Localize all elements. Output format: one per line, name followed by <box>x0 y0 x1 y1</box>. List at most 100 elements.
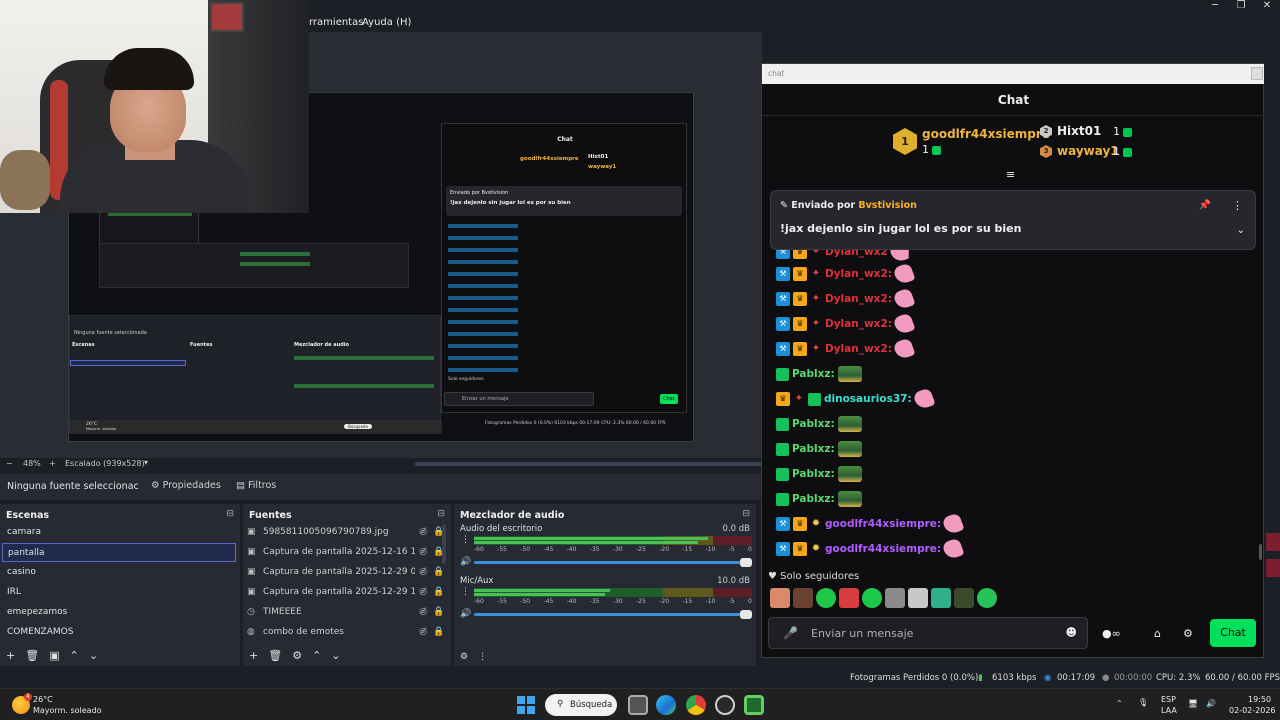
leader-3-name[interactable]: wayway1 <box>1057 144 1119 158</box>
hand-emote-icon[interactable] <box>892 337 916 361</box>
channel-points-icon[interactable]: ●∞ <box>1102 627 1121 640</box>
emoji-icon[interactable]: ☻ <box>1066 626 1077 639</box>
more-icon[interactable]: ⋮ <box>478 652 487 662</box>
microphone-icon[interactable]: 🎙 <box>1138 698 1148 707</box>
chat-username[interactable]: Pablxz: <box>792 418 835 430</box>
chat-message[interactable]: ⚒ ♛ ✹ goodlfr44xsiempre: <box>776 512 965 536</box>
chevron-down-icon[interactable]: ▾ <box>144 458 148 467</box>
chat-input[interactable]: 🎤 Enviar un mensaje ☻ <box>768 617 1088 649</box>
chat-message[interactable]: Pablxz: <box>776 439 862 459</box>
chat-message[interactable]: ⚒ ♛ ✦ Dylan_wx2: <box>776 312 916 336</box>
store-icon[interactable]: ⌂ <box>1154 627 1161 640</box>
box-emote-icon[interactable] <box>837 491 862 507</box>
trash-icon[interactable]: 🗑 <box>268 649 282 662</box>
box-emote-icon[interactable] <box>837 366 862 382</box>
chat-settings-icon[interactable]: ⚙ <box>1183 627 1193 640</box>
hand-emote-icon[interactable] <box>941 537 965 561</box>
windows-start-icon[interactable] <box>517 696 535 714</box>
channel-menu-icon[interactable]: ⋮ <box>461 535 470 545</box>
emote-icon[interactable] <box>839 588 859 608</box>
lock-icon[interactable]: 🔒 <box>431 607 447 617</box>
language-layout[interactable]: LAA <box>1161 706 1177 715</box>
chat-send-button[interactable]: Chat <box>1210 619 1256 647</box>
chat-username[interactable]: goodlfr44xsiempre: <box>825 518 941 530</box>
source-item[interactable]: ▣ Captura de pantalla 2025-12-29 043 ◎̸ 🔒 <box>247 562 447 581</box>
volume-icon[interactable]: 🔊 <box>1206 699 1216 708</box>
chrome-icon[interactable] <box>686 695 706 715</box>
undock-icon[interactable]: ⊟ <box>742 509 750 519</box>
chat-username[interactable]: Dylan_wx2: <box>825 293 892 305</box>
zoom-in-button[interactable]: + <box>49 459 56 468</box>
leader-2-name[interactable]: Hixt01 <box>1057 124 1101 138</box>
channel-menu-icon[interactable]: ⋮ <box>461 587 470 597</box>
scene-item[interactable]: camara <box>2 523 236 542</box>
visibility-hidden-icon[interactable]: ◎̸ <box>415 587 431 597</box>
chat-username[interactable]: Pablxz: <box>792 493 835 505</box>
zoom-out-button[interactable]: − <box>6 459 13 468</box>
source-item[interactable]: ◷ TIMEEEE ◎̸ 🔒 <box>247 602 447 621</box>
emote-icon[interactable] <box>908 588 928 608</box>
pinned-message[interactable]: ✎ Enviado por Bvstivision !jax dejenlo s… <box>770 190 1256 250</box>
lock-icon[interactable]: 🔒 <box>431 587 447 597</box>
add-source-button[interactable]: + <box>249 649 258 662</box>
chat-username[interactable]: goodlfr44xsiempre: <box>825 543 941 555</box>
scene-item[interactable]: emepezamos <box>2 603 236 622</box>
chat-message[interactable]: Pablxz: <box>776 464 862 484</box>
move-up-icon[interactable]: ⌃ <box>312 649 321 662</box>
pinned-author[interactable]: Bvstivision <box>858 200 917 211</box>
chat-username[interactable]: Dylan_wx2: <box>825 343 892 355</box>
chevron-down-icon[interactable]: ⌄ <box>1237 225 1245 236</box>
chat-message[interactable]: Pablxz: <box>776 489 862 509</box>
emote-icon[interactable] <box>977 588 997 608</box>
emote-icon[interactable] <box>816 588 836 608</box>
chat-username[interactable]: Pablxz: <box>792 468 835 480</box>
pin-icon[interactable]: 📌 <box>1199 200 1211 211</box>
undock-icon[interactable]: ⊟ <box>226 509 234 519</box>
menu-help[interactable]: Ayuda (H) <box>362 17 411 28</box>
visibility-hidden-icon[interactable]: ◎̸ <box>415 567 431 577</box>
close-button[interactable]: ✕ <box>1254 0 1280 14</box>
scene-filter-icon[interactable]: ▣ <box>49 649 59 662</box>
box-emote-icon[interactable] <box>837 416 862 432</box>
visibility-hidden-icon[interactable]: ◎̸ <box>415 547 431 557</box>
task-view-icon[interactable] <box>628 695 648 715</box>
box-emote-icon[interactable] <box>837 466 862 482</box>
chat-username[interactable]: Dylan_wx2: <box>825 268 892 280</box>
chat-close-button[interactable] <box>1251 67 1263 80</box>
hand-emote-icon[interactable] <box>892 262 916 286</box>
menu-tools[interactable]: rramientas <box>309 17 363 28</box>
taskbar-search[interactable]: ⚲ Búsqueda <box>545 694 617 716</box>
emote-icon[interactable] <box>770 588 790 608</box>
fader-knob[interactable] <box>740 610 752 619</box>
chat-scrollbar[interactable] <box>1259 544 1262 560</box>
scene-item[interactable]: pantalla <box>2 543 236 562</box>
edge-icon[interactable] <box>656 695 676 715</box>
chat-message[interactable]: ⚒ ♛ ✦ Dylan_wx2: <box>776 287 916 311</box>
speaker-icon[interactable]: 🔊 <box>460 557 471 567</box>
microphone-icon[interactable]: 🎤 <box>783 626 798 640</box>
chat-username[interactable]: dinosaurios37: <box>824 393 912 405</box>
visibility-hidden-icon[interactable]: ◎̸ <box>415 627 431 637</box>
filters-button[interactable]: ▤ Filtros <box>236 480 276 491</box>
tray-overflow-icon[interactable]: ⌃ <box>1116 699 1123 708</box>
trash-icon[interactable]: 🗑 <box>25 649 39 662</box>
chat-username[interactable]: Pablxz: <box>792 443 835 455</box>
chat-message[interactable]: ♛ ✦ dinosaurios37: <box>776 387 936 411</box>
chat-message[interactable]: Pablxz: <box>776 364 862 384</box>
expand-leaderboard-icon[interactable]: ≡ <box>1006 168 1015 181</box>
fader-knob[interactable] <box>740 558 752 567</box>
move-up-icon[interactable]: ⌃ <box>70 649 79 662</box>
lock-icon[interactable]: 🔒 <box>431 567 447 577</box>
chat-message[interactable]: ⚒ ♛ ✦ Dylan_wx2: <box>776 262 916 286</box>
lock-icon[interactable]: 🔒 <box>431 627 447 637</box>
chat-message[interactable]: ⚒ ♛ ✹ goodlfr44xsiempre: <box>776 537 965 561</box>
chat-message[interactable]: Pablxz: <box>776 414 862 434</box>
gift-leaderboard[interactable]: 1 goodlfr44xsiempre 1 2 Hixt01 1 3 waywa… <box>762 120 1265 181</box>
add-scene-button[interactable]: + <box>6 649 15 662</box>
source-item[interactable]: ▣ Captura de pantalla 2025-12-29 103 ◎̸ 🔒 <box>247 582 447 601</box>
weather-desc[interactable]: Mayorm. soleado <box>33 706 102 715</box>
scene-item[interactable]: COMENZAMOS <box>2 623 236 642</box>
leader-1-name[interactable]: goodlfr44xsiempre <box>922 127 1050 141</box>
box-emote-icon[interactable] <box>837 441 862 457</box>
hand-emote-icon[interactable] <box>941 512 965 536</box>
